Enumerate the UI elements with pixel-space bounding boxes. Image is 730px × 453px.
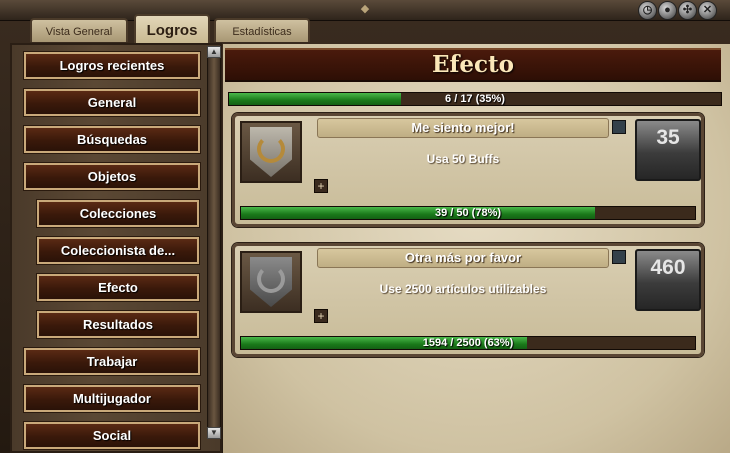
achievement-checkbox[interactable] <box>612 120 626 134</box>
clock-icon[interactable]: ◷ <box>638 1 657 20</box>
scroll-down-icon[interactable]: ▼ <box>207 427 221 439</box>
achievement-title: Me siento mejor! <box>317 118 609 138</box>
laurel-wreath-icon <box>257 135 285 163</box>
sidebar-item-resultados[interactable]: Resultados <box>37 311 199 338</box>
expand-icon[interactable]: + <box>314 179 328 193</box>
sidebar-item-objetos[interactable]: Objetos <box>24 163 200 190</box>
overall-progress-text: 6 / 17 (35%) <box>445 93 505 105</box>
achievement-points: 35 <box>635 119 701 181</box>
achievement-card: Me siento mejor! 35 Usa 50 Buffs + 39 / … <box>232 113 704 227</box>
medal-frame <box>240 121 302 183</box>
globe-icon[interactable]: ● <box>658 1 677 20</box>
close-icon[interactable]: ✕ <box>698 1 717 20</box>
achievement-card: Otra más por favor 460 Use 2500 artículo… <box>232 243 704 357</box>
sidebar-item-efecto[interactable]: Efecto <box>37 274 199 301</box>
sidebar-item-trabajar[interactable]: Trabajar <box>24 348 200 375</box>
achievement-progress-text: 39 / 50 (78%) <box>434 207 502 219</box>
laurel-shield-icon <box>250 127 292 177</box>
tab-logros[interactable]: Logros <box>134 14 210 44</box>
sidebar-item-coleccionista[interactable]: Coleccionista de... <box>37 237 199 264</box>
settings-icon[interactable]: ✣ <box>678 1 697 20</box>
achievements-window: ◆ ◷ ● ✣ ✕ Vista General Logros Estadísti… <box>0 0 730 453</box>
laurel-wreath-icon <box>257 265 285 293</box>
expand-icon[interactable]: + <box>314 309 328 323</box>
sidebar-item-social[interactable]: Social <box>24 422 200 449</box>
achievement-points: 460 <box>635 249 701 311</box>
achievement-progress-bar: 1594 / 2500 (63%) <box>240 336 696 350</box>
achievement-progress-bar: 39 / 50 (78%) <box>240 206 696 220</box>
achievement-progress-text: 1594 / 2500 (63%) <box>422 337 514 349</box>
page-title: Efecto <box>225 48 721 82</box>
sidebar-item-busquedas[interactable]: Búsquedas <box>24 126 200 153</box>
achievement-checkbox[interactable] <box>612 250 626 264</box>
sidebar-item-general[interactable]: General <box>24 89 200 116</box>
tab-vista-general[interactable]: Vista General <box>30 18 128 42</box>
sidebar-item-multijugador[interactable]: Multijugador <box>24 385 200 412</box>
laurel-shield-icon <box>250 257 292 307</box>
sidebar-item-logros-recientes[interactable]: Logros recientes <box>24 52 200 79</box>
scroll-up-icon[interactable]: ▲ <box>207 46 221 58</box>
achievement-description: Usa 50 Buffs <box>426 152 500 166</box>
medal-frame <box>240 251 302 313</box>
achievement-title: Otra más por favor <box>317 248 609 268</box>
ornament-icon: ◆ <box>360 3 370 15</box>
sidebar-scrollbar[interactable] <box>207 47 221 439</box>
overall-progress-bar: 6 / 17 (35%) <box>228 92 722 106</box>
achievement-description: Use 2500 artículos utilizables <box>379 282 547 296</box>
tab-estadisticas[interactable]: Estadísticas <box>214 18 310 42</box>
sidebar-item-colecciones[interactable]: Colecciones <box>37 200 199 227</box>
